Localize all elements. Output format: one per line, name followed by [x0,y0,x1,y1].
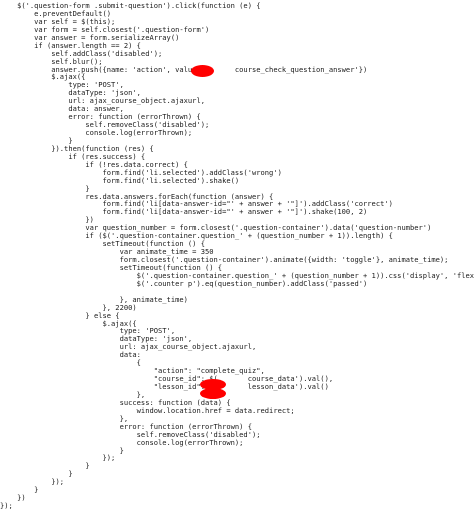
code-line: } [0,469,73,479]
redaction-mark-action [191,65,214,77]
code-line: }); [0,477,65,487]
code-line: } [0,485,39,495]
code-line: }); [0,501,13,511]
redaction-mark-lesson-id [200,388,226,399]
code-line: }) [0,493,26,503]
code-lines: $('.question-form .submit-question').cli… [0,2,474,510]
code-line: $('.counter p').eq(question_number).addC… [0,278,368,288]
code-editor: $('.question-form .submit-question').cli… [0,0,474,520]
